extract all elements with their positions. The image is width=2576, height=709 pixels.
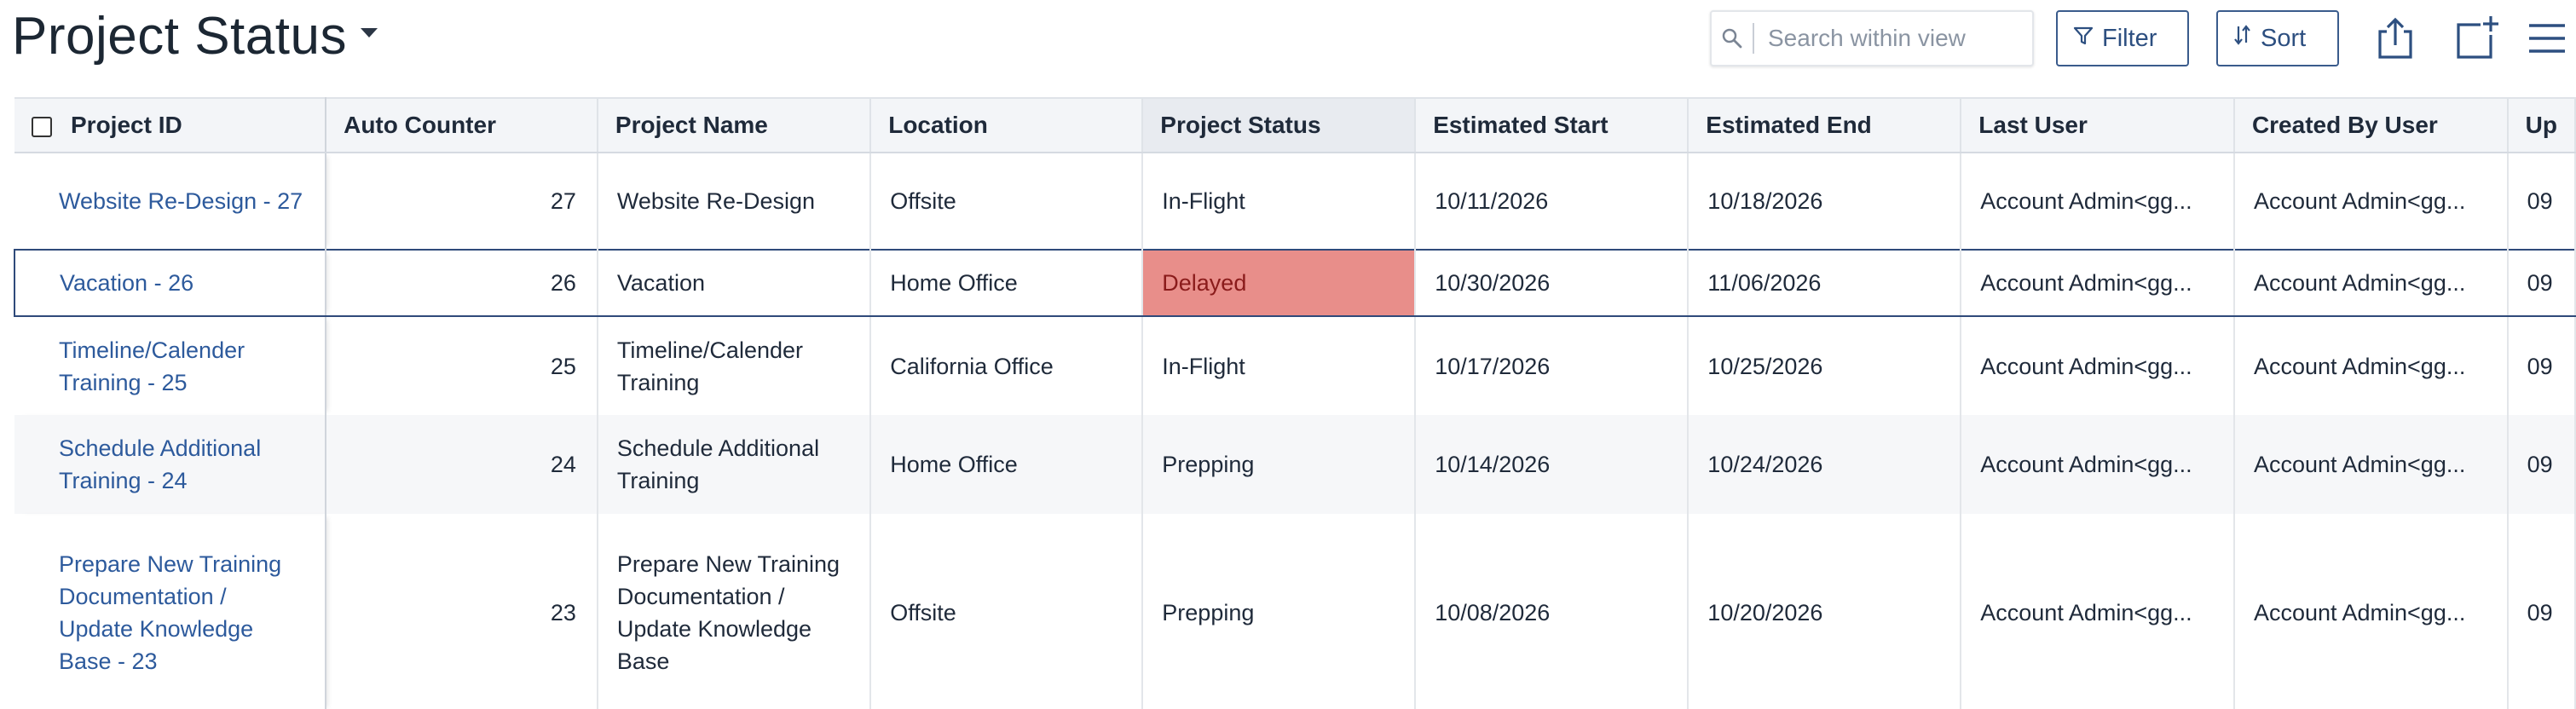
header-row: Project ID Auto Counter Project Name Loc… (14, 97, 2576, 153)
status-cell: Prepping (1142, 415, 1417, 514)
column-header-created-by-user[interactable]: Created By User (2233, 97, 2509, 153)
column-header-estimated-start[interactable]: Estimated Start (1415, 97, 1689, 153)
project-id-link[interactable]: Vacation - 26 (14, 249, 327, 317)
updated-cell: 09 (2507, 415, 2576, 514)
estimated-start-cell: 10/17/2026 (1415, 316, 1689, 415)
project-id-link[interactable]: Schedule Additional Training - 24 (14, 415, 327, 514)
auto-counter-cell: 24 (326, 415, 598, 514)
column-header-auto-counter[interactable]: Auto Counter (326, 97, 598, 153)
auto-counter-cell: 23 (326, 514, 598, 709)
status-cell: In-Flight (1142, 316, 1417, 415)
table-row[interactable]: Prepare New Training Documentation / Upd… (14, 514, 2576, 709)
project-name-cell: Schedule Additional Training (597, 415, 872, 514)
location-cell: Home Office (870, 249, 1144, 317)
last-user-cell: Account Admin<gg... (1961, 249, 2235, 317)
estimated-end-cell: 10/24/2026 (1688, 415, 1962, 514)
created-by-cell: Account Admin<gg... (2233, 316, 2509, 415)
select-all-checkbox[interactable] (32, 116, 52, 137)
last-user-cell: Account Admin<gg... (1961, 415, 2235, 514)
estimated-end-cell: 10/18/2026 (1688, 153, 1962, 250)
updated-cell: 09 (2507, 316, 2576, 415)
sort-button[interactable]: Sort (2216, 10, 2339, 66)
created-by-cell: Account Admin<gg... (2233, 415, 2509, 514)
column-header-updated[interactable]: Up (2507, 97, 2576, 153)
estimated-start-cell: 10/08/2026 (1415, 514, 1689, 709)
column-header-project-status[interactable]: Project Status (1142, 97, 1417, 153)
toolbar: Project Status Search within view Filter… (0, 0, 2576, 95)
column-header-estimated-end[interactable]: Estimated End (1688, 97, 1962, 153)
status-cell-delayed: Delayed (1142, 249, 1417, 317)
location-cell: Offsite (870, 153, 1144, 250)
search-input[interactable]: Search within view (1754, 25, 1966, 52)
auto-counter-cell: 26 (326, 249, 598, 317)
table-row[interactable]: Schedule Additional Training - 24 24 Sch… (14, 415, 2576, 514)
project-name-cell: Website Re-Design (597, 153, 872, 250)
share-icon[interactable] (2370, 12, 2421, 65)
updated-cell: 09 (2507, 153, 2576, 250)
page-title: Project Status (12, 6, 347, 66)
auto-counter-cell: 27 (326, 153, 598, 250)
updated-cell: 09 (2507, 249, 2576, 317)
project-name-cell: Timeline/Calender Training (597, 316, 872, 415)
sort-icon (2233, 24, 2252, 53)
last-user-cell: Account Admin<gg... (1961, 316, 2235, 415)
menu-icon[interactable] (2521, 12, 2573, 65)
search-icon (1712, 12, 1753, 65)
location-cell: Offsite (870, 514, 1144, 709)
add-window-icon[interactable] (2452, 12, 2503, 65)
project-id-link[interactable]: Timeline/Calender Training - 25 (14, 316, 327, 415)
caret-down-icon (360, 27, 378, 37)
last-user-cell: Account Admin<gg... (1961, 514, 2235, 709)
project-id-link[interactable]: Prepare New Training Documentation / Upd… (14, 514, 327, 709)
status-cell: Prepping (1142, 514, 1417, 709)
column-header-project-name[interactable]: Project Name (597, 97, 872, 153)
project-name-cell: Vacation (597, 249, 872, 317)
table-row[interactable]: Website Re-Design - 27 27 Website Re-Des… (14, 153, 2576, 250)
updated-cell: 09 (2507, 514, 2576, 709)
project-id-link[interactable]: Website Re-Design - 27 (14, 153, 327, 250)
estimated-start-cell: 10/14/2026 (1415, 415, 1689, 514)
last-user-cell: Account Admin<gg... (1961, 153, 2235, 250)
filter-icon (2073, 25, 2094, 53)
project-name-cell: Prepare New Training Documentation / Upd… (597, 514, 872, 709)
column-header-location[interactable]: Location (870, 97, 1144, 153)
project-table: Project ID Auto Counter Project Name Loc… (14, 97, 2576, 709)
estimated-end-cell: 10/20/2026 (1688, 514, 1962, 709)
auto-counter-cell: 25 (326, 316, 598, 415)
table-row[interactable]: Timeline/Calender Training - 25 25 Timel… (14, 316, 2576, 415)
data-grid: Project ID Auto Counter Project Name Loc… (14, 97, 2576, 709)
status-cell: In-Flight (1142, 153, 1417, 250)
location-cell: Home Office (870, 415, 1144, 514)
sort-label: Sort (2261, 24, 2307, 52)
view-title-dropdown[interactable]: Project Status (12, 2, 378, 70)
filter-label: Filter (2102, 24, 2157, 52)
estimated-start-cell: 10/30/2026 (1415, 249, 1689, 317)
column-header-last-user[interactable]: Last User (1961, 97, 2235, 153)
created-by-cell: Account Admin<gg... (2233, 249, 2509, 317)
location-cell: California Office (870, 316, 1144, 415)
search-box[interactable]: Search within view (1710, 10, 2034, 66)
created-by-cell: Account Admin<gg... (2233, 153, 2509, 250)
filter-button[interactable]: Filter (2056, 10, 2189, 66)
estimated-start-cell: 10/11/2026 (1415, 153, 1689, 250)
created-by-cell: Account Admin<gg... (2233, 514, 2509, 709)
estimated-end-cell: 10/25/2026 (1688, 316, 1962, 415)
estimated-end-cell: 11/06/2026 (1688, 249, 1962, 317)
table-row-selected[interactable]: Vacation - 26 26 Vacation Home Office De… (14, 249, 2576, 317)
column-header-project-id[interactable]: Project ID (14, 97, 327, 153)
